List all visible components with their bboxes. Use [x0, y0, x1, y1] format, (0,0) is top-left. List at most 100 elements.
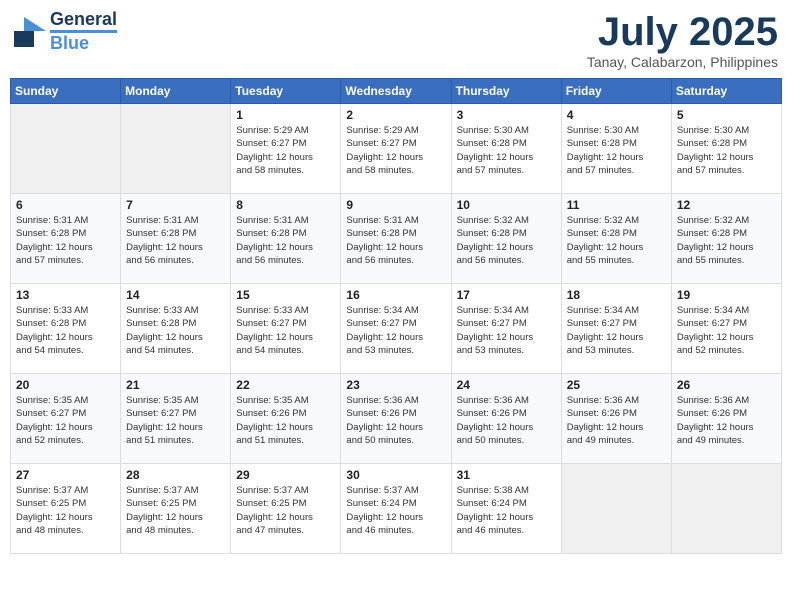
calendar-cell: 7 Sunrise: 5:31 AMSunset: 6:28 PMDaylight… [121, 194, 231, 284]
calendar-cell [121, 104, 231, 194]
calendar-header-row: SundayMondayTuesdayWednesdayThursdayFrid… [11, 79, 782, 104]
calendar-cell: 12Sunrise: 5:32 AMSunset: 6:28 PMDayligh… [671, 194, 781, 284]
calendar-cell: 6Sunrise: 5:31 AMSunset: 6:28 PMDaylight… [11, 194, 121, 284]
calendar-week-row: 20 Sunrise: 5:35 AMSunset: 6:27 PMDayligh… [11, 374, 782, 464]
day-number: 22 [236, 378, 335, 392]
day-info: Sunrise: 5:36 AMSunset: 6:26 PMDaylight:… [457, 394, 556, 447]
day-number: 19 [677, 288, 776, 302]
calendar-cell: 23Sunrise: 5:36 AMSunset: 6:26 PMDayligh… [341, 374, 451, 464]
calendar-week-row: 13 Sunrise: 5:33 AMSunset: 6:28 PMDayligh… [11, 284, 782, 374]
day-info: Sunrise: 5:36 AMSunset: 6:26 PMDaylight:… [567, 394, 666, 447]
calendar-cell: 31Sunrise: 5:38 AMSunset: 6:24 PMDayligh… [451, 464, 561, 554]
day-number: 16 [346, 288, 445, 302]
day-info: Sunrise: 5:34 AMSunset: 6:27 PMDaylight:… [346, 304, 445, 357]
day-number: 7 [126, 198, 225, 212]
day-number: 15 [236, 288, 335, 302]
calendar-cell: 9 Sunrise: 5:31 AMSunset: 6:28 PMDaylight… [341, 194, 451, 284]
day-number: 17 [457, 288, 556, 302]
day-number: 9 [346, 198, 445, 212]
logo: General Blue [14, 10, 117, 54]
day-number: 14 [126, 288, 225, 302]
day-number: 1 [236, 108, 335, 122]
calendar-week-row: 6Sunrise: 5:31 AMSunset: 6:28 PMDaylight… [11, 194, 782, 284]
calendar-cell: 1 Sunrise: 5:29 AMSunset: 6:27 PMDaylight… [231, 104, 341, 194]
day-info: Sunrise: 5:33 AMSunset: 6:28 PMDaylight:… [16, 304, 115, 357]
location: Tanay, Calabarzon, Philippines [587, 54, 778, 70]
day-number: 25 [567, 378, 666, 392]
calendar-header-monday: Monday [121, 79, 231, 104]
calendar-cell: 4Sunrise: 5:30 AMSunset: 6:28 PMDaylight… [561, 104, 671, 194]
calendar-header-sunday: Sunday [11, 79, 121, 104]
calendar-header-wednesday: Wednesday [341, 79, 451, 104]
calendar-cell: 10Sunrise: 5:32 AMSunset: 6:28 PMDayligh… [451, 194, 561, 284]
calendar-cell: 16 Sunrise: 5:34 AMSunset: 6:27 PMDayligh… [341, 284, 451, 374]
calendar-cell: 17Sunrise: 5:34 AMSunset: 6:27 PMDayligh… [451, 284, 561, 374]
calendar-header-tuesday: Tuesday [231, 79, 341, 104]
day-info: Sunrise: 5:30 AMSunset: 6:28 PMDaylight:… [457, 124, 556, 177]
day-info: Sunrise: 5:31 AMSunset: 6:28 PMDaylight:… [126, 214, 225, 267]
calendar-cell: 21Sunrise: 5:35 AMSunset: 6:27 PMDayligh… [121, 374, 231, 464]
calendar-cell: 2Sunrise: 5:29 AMSunset: 6:27 PMDaylight… [341, 104, 451, 194]
calendar-header-thursday: Thursday [451, 79, 561, 104]
logo-general: General [50, 9, 117, 29]
calendar-header-friday: Friday [561, 79, 671, 104]
day-number: 5 [677, 108, 776, 122]
calendar-cell [561, 464, 671, 554]
day-number: 28 [126, 468, 225, 482]
day-info: Sunrise: 5:31 AMSunset: 6:28 PMDaylight:… [16, 214, 115, 267]
calendar-header-saturday: Saturday [671, 79, 781, 104]
calendar-cell [671, 464, 781, 554]
day-info: Sunrise: 5:33 AMSunset: 6:28 PMDaylight:… [126, 304, 225, 357]
day-info: Sunrise: 5:37 AMSunset: 6:24 PMDaylight:… [346, 484, 445, 537]
calendar-cell: 5 Sunrise: 5:30 AMSunset: 6:28 PMDaylight… [671, 104, 781, 194]
day-number: 30 [346, 468, 445, 482]
calendar-week-row: 1 Sunrise: 5:29 AMSunset: 6:27 PMDaylight… [11, 104, 782, 194]
calendar-cell: 27 Sunrise: 5:37 AMSunset: 6:25 PMDayligh… [11, 464, 121, 554]
calendar-cell: 11Sunrise: 5:32 AMSunset: 6:28 PMDayligh… [561, 194, 671, 284]
month-title: July 2025 [587, 10, 778, 54]
calendar-cell: 8 Sunrise: 5:31 AMSunset: 6:28 PMDaylight… [231, 194, 341, 284]
day-number: 29 [236, 468, 335, 482]
day-info: Sunrise: 5:38 AMSunset: 6:24 PMDaylight:… [457, 484, 556, 537]
day-info: Sunrise: 5:32 AMSunset: 6:28 PMDaylight:… [567, 214, 666, 267]
day-info: Sunrise: 5:36 AMSunset: 6:26 PMDaylight:… [346, 394, 445, 447]
calendar-table: SundayMondayTuesdayWednesdayThursdayFrid… [10, 78, 782, 554]
day-number: 26 [677, 378, 776, 392]
calendar-cell [11, 104, 121, 194]
calendar-cell: 26 Sunrise: 5:36 AMSunset: 6:26 PMDayligh… [671, 374, 781, 464]
logo-icon [14, 17, 46, 47]
day-info: Sunrise: 5:29 AMSunset: 6:27 PMDaylight:… [236, 124, 335, 177]
day-info: Sunrise: 5:35 AMSunset: 6:27 PMDaylight:… [126, 394, 225, 447]
calendar-cell: 20 Sunrise: 5:35 AMSunset: 6:27 PMDayligh… [11, 374, 121, 464]
day-info: Sunrise: 5:37 AMSunset: 6:25 PMDaylight:… [236, 484, 335, 537]
logo-blue: Blue [50, 33, 89, 53]
day-info: Sunrise: 5:31 AMSunset: 6:28 PMDaylight:… [236, 214, 335, 267]
calendar-cell: 30 Sunrise: 5:37 AMSunset: 6:24 PMDayligh… [341, 464, 451, 554]
title-block: July 2025 Tanay, Calabarzon, Philippines [587, 10, 778, 70]
day-info: Sunrise: 5:37 AMSunset: 6:25 PMDaylight:… [16, 484, 115, 537]
day-number: 8 [236, 198, 335, 212]
day-number: 13 [16, 288, 115, 302]
day-info: Sunrise: 5:34 AMSunset: 6:27 PMDaylight:… [677, 304, 776, 357]
day-number: 4 [567, 108, 666, 122]
page-header: General Blue July 2025 Tanay, Calabarzon… [10, 10, 782, 70]
day-info: Sunrise: 5:37 AMSunset: 6:25 PMDaylight:… [126, 484, 225, 537]
day-info: Sunrise: 5:31 AMSunset: 6:28 PMDaylight:… [346, 214, 445, 267]
calendar-cell: 22 Sunrise: 5:35 AMSunset: 6:26 PMDayligh… [231, 374, 341, 464]
day-number: 3 [457, 108, 556, 122]
day-info: Sunrise: 5:35 AMSunset: 6:27 PMDaylight:… [16, 394, 115, 447]
day-number: 12 [677, 198, 776, 212]
day-number: 24 [457, 378, 556, 392]
calendar-cell: 18 Sunrise: 5:34 AMSunset: 6:27 PMDayligh… [561, 284, 671, 374]
calendar-week-row: 27 Sunrise: 5:37 AMSunset: 6:25 PMDayligh… [11, 464, 782, 554]
calendar-cell: 13 Sunrise: 5:33 AMSunset: 6:28 PMDayligh… [11, 284, 121, 374]
day-number: 18 [567, 288, 666, 302]
day-info: Sunrise: 5:30 AMSunset: 6:28 PMDaylight:… [677, 124, 776, 177]
day-info: Sunrise: 5:36 AMSunset: 6:26 PMDaylight:… [677, 394, 776, 447]
day-number: 20 [16, 378, 115, 392]
day-number: 27 [16, 468, 115, 482]
day-info: Sunrise: 5:32 AMSunset: 6:28 PMDaylight:… [457, 214, 556, 267]
day-info: Sunrise: 5:34 AMSunset: 6:27 PMDaylight:… [567, 304, 666, 357]
day-info: Sunrise: 5:35 AMSunset: 6:26 PMDaylight:… [236, 394, 335, 447]
calendar-cell: 14 Sunrise: 5:33 AMSunset: 6:28 PMDayligh… [121, 284, 231, 374]
